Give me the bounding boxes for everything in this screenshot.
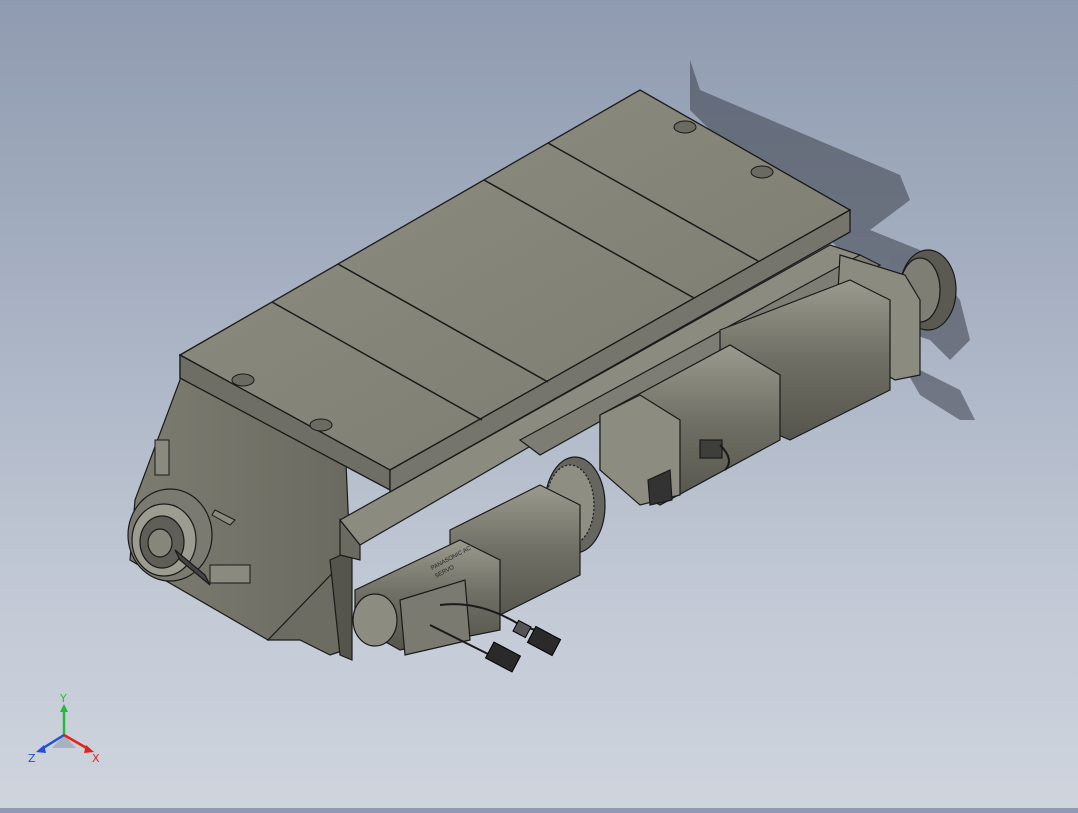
x-axis-label: X [92, 752, 100, 765]
cad-model[interactable]: PANASONIC AC SERVO [0, 0, 1078, 808]
orientation-triad: Y X Z [28, 692, 100, 765]
model-viewport[interactable]: PANASONIC AC SERVO Y X Z [0, 0, 1078, 808]
y-axis-arrow [60, 704, 68, 712]
y-axis-label: Y [59, 692, 67, 705]
z-axis-label: Z [28, 752, 36, 765]
end-bearing-flange [127, 488, 213, 586]
